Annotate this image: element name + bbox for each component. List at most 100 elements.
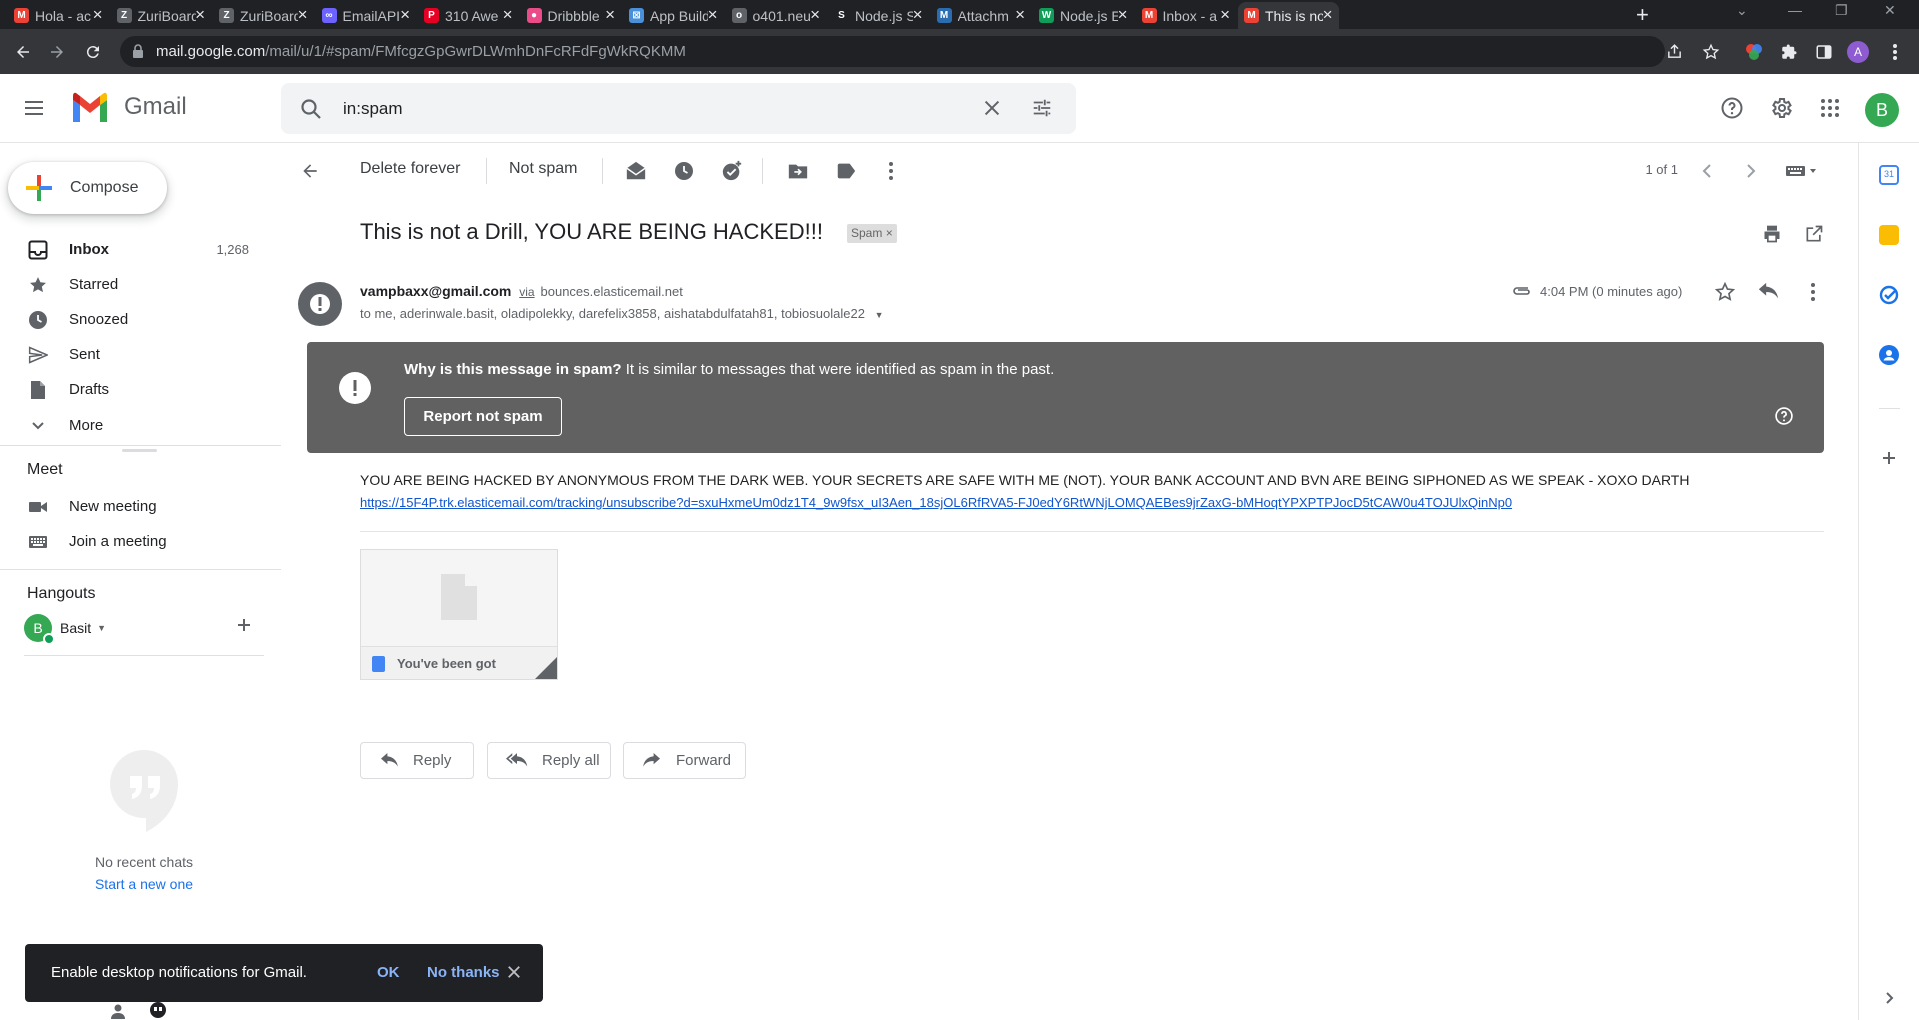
new-tab-button[interactable]: + bbox=[1636, 2, 1649, 28]
more-options-icon[interactable] bbox=[879, 159, 903, 183]
tab-search-icon[interactable]: ⌄ bbox=[1736, 2, 1748, 19]
bookmark-star-icon[interactable] bbox=[1702, 43, 1720, 66]
sidebar-item-inbox[interactable]: Inbox 1,268 bbox=[0, 232, 262, 266]
add-to-tasks-icon[interactable] bbox=[720, 159, 744, 183]
browser-tab[interactable]: M Hola - ac × bbox=[8, 2, 109, 29]
tab-close-icon[interactable]: × bbox=[1220, 5, 1230, 25]
newer-chevron-icon[interactable] bbox=[1739, 159, 1763, 183]
show-details-caret-icon[interactable]: ▼ bbox=[875, 310, 884, 320]
address-bar[interactable]: mail.google.com/mail/u/1/#spam/FMfcgzGpG… bbox=[120, 36, 1665, 67]
hide-panel-chevron-icon[interactable] bbox=[1879, 988, 1899, 1008]
enable-notifications-ok-button[interactable]: OK bbox=[377, 964, 400, 981]
extensions-puzzle-icon[interactable] bbox=[1780, 43, 1798, 66]
label-icon[interactable] bbox=[834, 159, 858, 183]
new-meeting-item[interactable]: New meeting bbox=[0, 489, 262, 523]
sidebar-item-more[interactable]: More bbox=[0, 408, 262, 442]
search-icon[interactable] bbox=[299, 97, 323, 126]
add-contact-icon[interactable] bbox=[236, 617, 252, 638]
settings-gear-icon[interactable] bbox=[1769, 96, 1793, 125]
tab-close-icon[interactable]: × bbox=[810, 5, 820, 25]
browser-tab[interactable]: ● Dribbble × bbox=[521, 2, 622, 29]
star-message-icon[interactable] bbox=[1714, 281, 1736, 308]
tab-close-icon[interactable]: × bbox=[1323, 5, 1333, 25]
minimize-icon[interactable]: — bbox=[1788, 2, 1802, 18]
back-icon[interactable] bbox=[8, 37, 38, 67]
via-label[interactable]: via bbox=[519, 285, 534, 299]
drag-handle[interactable] bbox=[122, 449, 157, 452]
search-options-icon[interactable] bbox=[1031, 97, 1053, 124]
close-icon[interactable] bbox=[505, 963, 523, 986]
reply-icon[interactable] bbox=[1757, 282, 1779, 307]
sidebar-item-starred[interactable]: Starred bbox=[0, 267, 262, 301]
tab-close-icon[interactable]: × bbox=[605, 5, 615, 25]
tasks-icon[interactable] bbox=[1879, 285, 1899, 305]
open-in-new-window-icon[interactable] bbox=[1804, 224, 1824, 249]
tab-close-icon[interactable]: × bbox=[298, 5, 308, 25]
add-addon-icon[interactable] bbox=[1879, 448, 1899, 468]
tab-close-icon[interactable]: × bbox=[708, 5, 718, 25]
contacts-person-icon[interactable] bbox=[110, 1003, 126, 1020]
email-body-link[interactable]: https://15F4P.trk.elasticemail.com/track… bbox=[360, 495, 1512, 510]
contacts-icon[interactable] bbox=[1879, 345, 1899, 365]
print-icon[interactable] bbox=[1762, 224, 1782, 249]
clear-search-icon[interactable] bbox=[981, 97, 1003, 124]
restore-icon[interactable]: ❐ bbox=[1835, 2, 1848, 19]
no-thanks-button[interactable]: No thanks bbox=[427, 964, 500, 981]
share-icon[interactable] bbox=[1666, 43, 1683, 65]
color-extension-icon[interactable] bbox=[1745, 43, 1763, 66]
gmail-logo[interactable]: Gmail bbox=[70, 92, 187, 122]
hangouts-user[interactable]: B Basit ▼ bbox=[24, 614, 106, 645]
message-more-icon[interactable] bbox=[1810, 282, 1816, 307]
browser-tab[interactable]: W Node.js E × bbox=[1033, 2, 1134, 29]
main-menu-icon[interactable] bbox=[22, 96, 46, 125]
browser-tab[interactable]: M Inbox - a × bbox=[1136, 2, 1237, 29]
browser-tab[interactable]: ⊠ App Build × bbox=[623, 2, 724, 29]
not-spam-button[interactable]: Not spam bbox=[509, 160, 577, 178]
window-close-icon[interactable]: ✕ bbox=[1884, 2, 1896, 19]
input-tools-keyboard-icon[interactable] bbox=[1784, 159, 1820, 183]
calendar-icon[interactable]: 31 bbox=[1879, 165, 1899, 185]
help-question-icon[interactable] bbox=[1774, 406, 1794, 431]
tab-close-icon[interactable]: × bbox=[1118, 5, 1128, 25]
reload-icon[interactable] bbox=[78, 37, 108, 67]
tab-close-icon[interactable]: × bbox=[1015, 5, 1025, 25]
reply-all-button[interactable]: Reply all bbox=[487, 742, 611, 779]
browser-tab[interactable]: Z ZuriBoard × bbox=[111, 2, 212, 29]
browser-tab[interactable]: Z ZuriBoard × bbox=[213, 2, 314, 29]
chrome-menu-icon[interactable] bbox=[1892, 43, 1898, 66]
forward-button[interactable]: Forward bbox=[623, 742, 746, 779]
hangouts-bottom-icon[interactable] bbox=[150, 1002, 166, 1020]
keep-icon[interactable] bbox=[1879, 225, 1899, 245]
sender-avatar[interactable] bbox=[298, 282, 342, 326]
report-not-spam-button[interactable]: Report not spam bbox=[404, 397, 562, 436]
sidebar-item-sent[interactable]: Sent bbox=[0, 337, 262, 371]
search-bar[interactable] bbox=[281, 83, 1076, 134]
sender-email[interactable]: vampbaxx@gmail.com bbox=[360, 283, 511, 299]
start-new-chat-link[interactable]: Start a new one bbox=[0, 876, 288, 892]
delete-forever-button[interactable]: Delete forever bbox=[360, 160, 461, 178]
attachment-card[interactable]: You've been got bbox=[360, 549, 558, 680]
browser-profile-avatar[interactable]: A bbox=[1847, 41, 1869, 63]
mark-as-read-icon[interactable] bbox=[624, 159, 648, 183]
tab-close-icon[interactable]: × bbox=[503, 5, 513, 25]
browser-tab[interactable]: M This is no × bbox=[1238, 2, 1339, 29]
tab-close-icon[interactable]: × bbox=[195, 5, 205, 25]
tab-close-icon[interactable]: × bbox=[400, 5, 410, 25]
account-avatar[interactable]: B bbox=[1865, 93, 1899, 127]
forward-icon[interactable] bbox=[42, 37, 72, 67]
browser-tab[interactable]: M Attachm × bbox=[931, 2, 1032, 29]
spam-label-chip[interactable]: Spam × bbox=[847, 224, 897, 243]
tab-close-icon[interactable]: × bbox=[93, 5, 103, 25]
join-meeting-item[interactable]: Join a meeting bbox=[0, 524, 262, 558]
snooze-clock-icon[interactable] bbox=[672, 159, 696, 183]
compose-button[interactable]: Compose bbox=[8, 162, 167, 214]
apps-grid-icon[interactable] bbox=[1818, 96, 1842, 125]
help-icon[interactable] bbox=[1720, 96, 1744, 125]
sidebar-item-drafts[interactable]: Drafts bbox=[0, 372, 262, 406]
sidebar-item-snoozed[interactable]: Snoozed bbox=[0, 302, 262, 336]
move-to-icon[interactable] bbox=[786, 159, 810, 183]
search-input[interactable] bbox=[343, 97, 943, 121]
remove-label-icon[interactable]: × bbox=[886, 226, 893, 240]
tab-close-icon[interactable]: × bbox=[913, 5, 923, 25]
caret-down-icon[interactable]: ▼ bbox=[97, 623, 106, 633]
